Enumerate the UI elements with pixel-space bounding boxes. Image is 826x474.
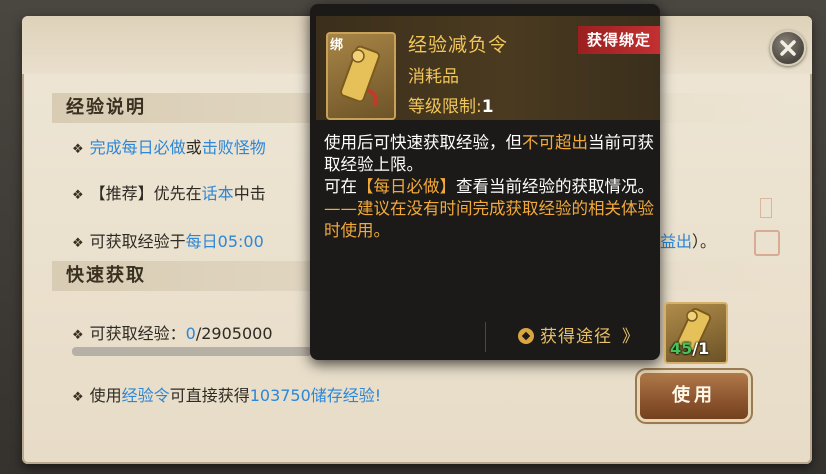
explain-text: ）。 <box>692 232 717 251</box>
item-type: 消耗品 <box>408 67 459 87</box>
seal-stamp <box>754 230 780 256</box>
use-text: 可直接获得 <box>169 386 250 405</box>
item-tooltip: 绑 经验减负令 消耗品 等级限制:1 获得绑定 使用后可快速获取经验，但不可超出… <box>310 4 660 360</box>
desc-text: 可在 <box>324 177 357 196</box>
explain-line-1: ❖ 完成每日必做或击败怪物 <box>72 134 266 158</box>
exp-label: 可获取经验： <box>89 324 186 343</box>
bullet-diamond-icon: ❖ <box>72 390 84 405</box>
bound-tag: 绑 <box>330 38 344 53</box>
bound-badge: 获得绑定 <box>578 26 660 54</box>
bullet-diamond-icon: ❖ <box>72 328 84 343</box>
bullet-diamond-icon: ❖ <box>72 188 84 203</box>
desc-highlight: 不可超出 <box>522 133 588 152</box>
slot-have: 45 <box>670 339 693 358</box>
item-description: 使用后可快速获取经验，但不可超出当前可获取经验上限。 可在【每日必做】查看当前经… <box>324 132 654 242</box>
stored-exp-amount: 103750储存经验! <box>249 386 382 405</box>
exp-token-link[interactable]: 经验令 <box>122 386 170 405</box>
close-icon <box>780 40 796 56</box>
slot-count: 45/1 <box>670 339 709 358</box>
explain-line-3: ❖ 可获取经验于每日05:00 <box>72 228 264 252</box>
explain-text: 可获取经验于 <box>89 232 186 251</box>
exp-max: /2905000 <box>195 324 273 343</box>
item-level: 等级限制:1 <box>408 92 494 117</box>
item-name: 经验减负令 <box>408 34 509 56</box>
desc-suggestion: ——建议在没有时间完成获取经验的相关体验时使用。 <box>324 199 654 240</box>
explain-text: 或 <box>185 138 202 157</box>
exp-current: 0 <box>185 324 196 343</box>
story-link[interactable]: 话本 <box>202 184 234 203</box>
slot-need: /1 <box>692 339 710 358</box>
chevron-right-icon: 》 <box>622 327 640 347</box>
explain-line-2: ❖ 【推荐】优先在话本中击 <box>72 180 266 204</box>
overflow-text: 益出 <box>660 232 693 251</box>
close-button[interactable] <box>770 30 806 66</box>
exp-available-row: ❖ 可获取经验：0/2905000 <box>72 320 273 344</box>
desc-text: 使用后可快速获取经验，但 <box>324 133 522 152</box>
exp-progress-bar <box>72 347 312 356</box>
daily-tasks-link[interactable]: 完成每日必做 <box>90 138 186 157</box>
explain-line-3-tail: 益出）。 <box>660 228 716 252</box>
use-info-row: ❖ 使用经验令可直接获得103750储存经验! <box>72 382 381 406</box>
bullet-diamond-icon: ❖ <box>72 142 84 157</box>
level-label: 等级限制: <box>408 97 482 117</box>
level-value: 1 <box>481 97 494 117</box>
tooltip-header: 绑 经验减负令 消耗品 等级限制:1 获得绑定 <box>316 16 660 120</box>
use-text: 使用 <box>89 386 122 405</box>
exp-token-icon: 绑 <box>326 32 396 120</box>
obtain-label: 获得途径 <box>540 327 612 347</box>
explain-text: 中击 <box>233 184 266 203</box>
desc-highlight: 【每日必做】 <box>357 177 456 196</box>
use-button[interactable]: 使用 <box>640 373 748 419</box>
explain-text: 【推荐】优先在 <box>89 184 202 203</box>
tooltip-divider <box>485 322 486 352</box>
obtain-route-button[interactable]: 获得途径》 <box>518 322 640 352</box>
desc-text: 查看当前经验的获取情况。 <box>456 177 654 196</box>
defeat-monsters-link[interactable]: 击败怪物 <box>202 138 266 157</box>
bullet-diamond-icon: ❖ <box>72 236 84 251</box>
reset-time: 每日05:00 <box>185 232 264 251</box>
obtain-coin-icon <box>518 328 534 344</box>
seal-mark <box>760 198 772 218</box>
